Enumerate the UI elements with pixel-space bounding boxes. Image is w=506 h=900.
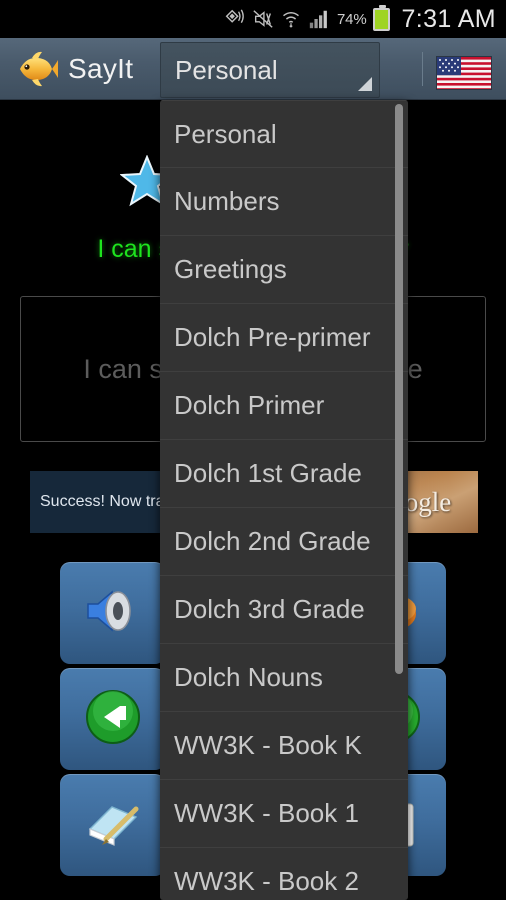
dropdown-item[interactable]: WW3K - Book 1 bbox=[160, 780, 408, 848]
battery-icon bbox=[373, 4, 391, 31]
dropdown-item[interactable]: Dolch 3rd Grade bbox=[160, 576, 408, 644]
spinner-selected-value: Personal bbox=[175, 54, 278, 85]
app-title: SayIt bbox=[68, 52, 134, 84]
action-bar: SayIt Personal bbox=[0, 38, 506, 100]
speaker-icon bbox=[82, 584, 144, 643]
actionbar-divider bbox=[422, 52, 423, 86]
app-root: 74% 7:31 AM SayIt Personal I can I can S… bbox=[0, 0, 506, 900]
vibrate-mute-icon bbox=[252, 8, 274, 30]
dropdown-item[interactable]: Numbers bbox=[160, 168, 408, 236]
category-dropdown-list[interactable]: Personal Numbers Greetings Dolch Pre-pri… bbox=[160, 100, 408, 900]
location-icon bbox=[223, 8, 245, 30]
wifi-icon bbox=[281, 8, 301, 30]
ad-brand-text: ogle bbox=[404, 486, 452, 517]
dropdown-item[interactable]: Dolch 1st Grade bbox=[160, 440, 408, 508]
dropdown-item[interactable]: Dolch 2nd Grade bbox=[160, 508, 408, 576]
dropdown-item[interactable]: Greetings bbox=[160, 236, 408, 304]
us-flag-icon[interactable] bbox=[436, 56, 492, 90]
vertical-scrollbar[interactable] bbox=[395, 104, 403, 674]
tile-back[interactable] bbox=[60, 668, 165, 770]
status-clock: 7:31 AM bbox=[401, 4, 496, 33]
status-bar: 74% 7:31 AM bbox=[0, 0, 506, 38]
tile-edit[interactable] bbox=[60, 774, 165, 876]
dropdown-item[interactable]: Dolch Pre-primer bbox=[160, 304, 408, 372]
battery-percent: 74% bbox=[337, 10, 367, 28]
fish-icon bbox=[14, 49, 59, 89]
signal-icon bbox=[308, 8, 330, 30]
dropdown-item[interactable]: Personal bbox=[160, 100, 408, 168]
dropdown-caret-icon bbox=[358, 77, 372, 91]
category-spinner[interactable]: Personal bbox=[160, 42, 380, 98]
dropdown-item[interactable]: WW3K - Book K bbox=[160, 712, 408, 780]
dropdown-item[interactable]: Dolch Primer bbox=[160, 372, 408, 440]
dropdown-item[interactable]: WW3K - Book 2 bbox=[160, 848, 408, 900]
back-arrow-icon bbox=[82, 686, 144, 753]
tile-speaker[interactable] bbox=[60, 562, 165, 664]
edit-note-icon bbox=[82, 795, 144, 856]
dropdown-item[interactable]: Dolch Nouns bbox=[160, 644, 408, 712]
